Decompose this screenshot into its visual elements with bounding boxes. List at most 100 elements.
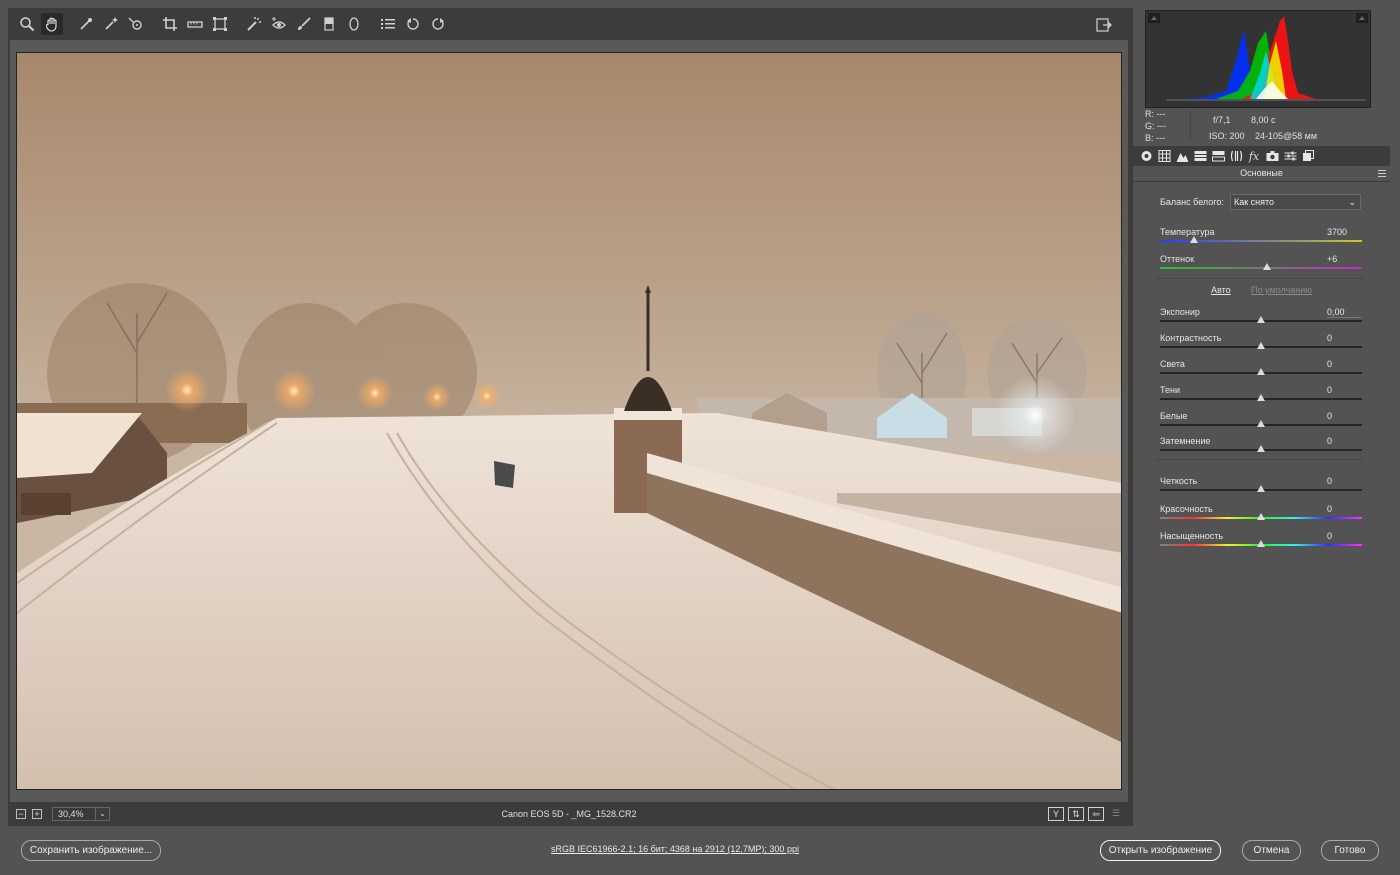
preview-area (10, 40, 1128, 802)
slider-label: Тени (1160, 385, 1180, 395)
slider-thumb[interactable] (1257, 540, 1265, 547)
slider-thumb[interactable] (1257, 420, 1265, 427)
panel-tabs: fx (1133, 146, 1390, 166)
red-eye-tool-icon[interactable] (268, 13, 290, 35)
slider-label: Белые (1160, 411, 1188, 421)
crop-tool-icon[interactable] (159, 13, 181, 35)
slider-9[interactable]: Четкость 0 (1160, 476, 1362, 498)
slider-7[interactable]: Белые 0 (1160, 411, 1362, 433)
section-title: Основные (1133, 168, 1390, 182)
slider-label: Красочность (1160, 504, 1213, 514)
slider-thumb[interactable] (1257, 368, 1265, 375)
tab-tone-curve-grid-icon[interactable] (1155, 148, 1173, 164)
slider-value[interactable]: 0 (1327, 333, 1362, 344)
tab-basic-aperture-icon[interactable] (1137, 148, 1155, 164)
zoom-tool-icon[interactable] (16, 13, 38, 35)
hand-tool-icon[interactable] (41, 13, 63, 35)
rotate-right-icon[interactable] (427, 13, 449, 35)
slider-value[interactable]: +6 (1327, 254, 1362, 265)
slider-thumb[interactable] (1263, 263, 1272, 270)
readout-r-label: R: (1145, 109, 1154, 119)
auto-link[interactable]: Авто (1211, 285, 1231, 295)
spot-removal-tool-icon[interactable] (243, 13, 265, 35)
photo-preview[interactable] (16, 52, 1122, 790)
slider-1[interactable]: Температура 3700 (1160, 227, 1362, 249)
zoom-in-button[interactable]: + (32, 809, 42, 819)
white-balance-row: Баланс белого: Как снято ⌄ (1160, 194, 1365, 210)
slider-track[interactable] (1160, 267, 1362, 269)
aperture-value: f/7,1 (1213, 115, 1231, 125)
tab-camera-calibration-icon[interactable] (1263, 148, 1281, 164)
slider-value[interactable]: 0 (1327, 531, 1362, 542)
readout-separator (1190, 110, 1191, 140)
slider-value[interactable]: 0 (1327, 385, 1362, 396)
panel-menu-icon[interactable] (1378, 170, 1386, 177)
default-link[interactable]: По умолчанию (1251, 285, 1312, 295)
slider-value[interactable]: 0 (1327, 476, 1362, 487)
white-balance-tool-icon[interactable] (75, 13, 97, 35)
zoom-level-field[interactable]: 30,4% (52, 807, 96, 821)
tab-presets-sliders-icon[interactable] (1281, 148, 1299, 164)
readout-b: --- (1156, 133, 1166, 143)
slider-11[interactable]: Насыщенность 0 (1160, 531, 1362, 553)
slider-label: Экспонир (1160, 307, 1200, 317)
straighten-tool-icon[interactable] (184, 13, 206, 35)
slider-value[interactable]: 0 (1327, 504, 1362, 515)
cancel-button[interactable]: Отмена (1242, 840, 1301, 861)
fullscreen-icon[interactable] (1093, 14, 1115, 36)
slider-10[interactable]: Красочность 0 (1160, 504, 1362, 526)
slider-5[interactable]: Света 0 (1160, 359, 1362, 381)
slider-thumb[interactable] (1257, 513, 1265, 520)
tab-snapshots-icon[interactable] (1299, 148, 1317, 164)
slider-4[interactable]: Контрастность 0 (1160, 333, 1362, 355)
adjustment-brush-icon[interactable] (293, 13, 315, 35)
slider-value[interactable]: 0 (1327, 411, 1362, 422)
slider-value[interactable]: 0 (1327, 436, 1362, 447)
tab-lens-corrections-icon[interactable] (1227, 148, 1245, 164)
toggle-settings-icon[interactable]: ☰ (1108, 807, 1124, 821)
slider-label: Насыщенность (1160, 531, 1224, 541)
slider-label: Света (1160, 359, 1185, 369)
slider-3[interactable]: Экспонир 0,00 (1160, 307, 1362, 329)
rotate-left-icon[interactable] (402, 13, 424, 35)
color-sampler-tool-icon[interactable] (100, 13, 122, 35)
slider-thumb[interactable] (1257, 316, 1265, 323)
preferences-list-icon[interactable] (377, 13, 399, 35)
tab-effects-fx-icon[interactable]: fx (1245, 148, 1263, 164)
slider-value[interactable]: 0,00 (1327, 307, 1362, 318)
slider-value[interactable]: 0 (1327, 359, 1362, 370)
slider-8[interactable]: Затемнение 0 (1160, 436, 1362, 458)
readout-g: --- (1157, 121, 1167, 131)
shutter-value: 8,00 с (1251, 115, 1276, 125)
slider-6[interactable]: Тени 0 (1160, 385, 1362, 407)
done-button[interactable]: Готово (1321, 840, 1379, 861)
slider-label: Оттенок (1160, 254, 1195, 264)
slider-thumb[interactable] (1257, 445, 1265, 452)
slider-2[interactable]: Оттенок +6 (1160, 254, 1362, 276)
white-balance-select[interactable]: Как снято ⌄ (1230, 194, 1361, 210)
slider-label: Температура (1160, 227, 1215, 237)
tab-split-toning-icon[interactable] (1209, 148, 1227, 164)
swap-settings-icon[interactable]: ⇅ (1068, 807, 1084, 821)
open-image-button[interactable]: Открыть изображение (1100, 840, 1221, 861)
targeted-adjustment-tool-icon[interactable] (125, 13, 147, 35)
radial-filter-icon[interactable] (343, 13, 365, 35)
divider (1155, 278, 1363, 279)
white-balance-label: Баланс белого: (1160, 197, 1224, 207)
slider-value[interactable]: 3700 (1327, 227, 1362, 238)
slider-thumb[interactable] (1257, 485, 1265, 492)
graduated-filter-icon[interactable] (318, 13, 340, 35)
lens-value: 24-105@58 мм (1255, 131, 1318, 141)
slider-thumb[interactable] (1257, 342, 1265, 349)
transform-tool-icon[interactable] (209, 13, 231, 35)
slider-thumb[interactable] (1257, 394, 1265, 401)
zoom-out-button[interactable]: − (16, 809, 26, 819)
copy-settings-icon[interactable]: ⇦ (1088, 807, 1104, 821)
zoom-dropdown-chevron-icon[interactable]: ⌄ (96, 807, 110, 821)
tab-hsl-icon[interactable] (1191, 148, 1209, 164)
tab-detail-mountain-icon[interactable] (1173, 148, 1191, 164)
before-after-view-button[interactable]: Y (1048, 807, 1064, 821)
slider-thumb[interactable] (1190, 236, 1199, 243)
bottom-bar: Сохранить изображение... sRGB IEC61966-2… (0, 827, 1400, 875)
filename-label: Canon EOS 5D - _MG_1528.CR2 (501, 809, 637, 819)
